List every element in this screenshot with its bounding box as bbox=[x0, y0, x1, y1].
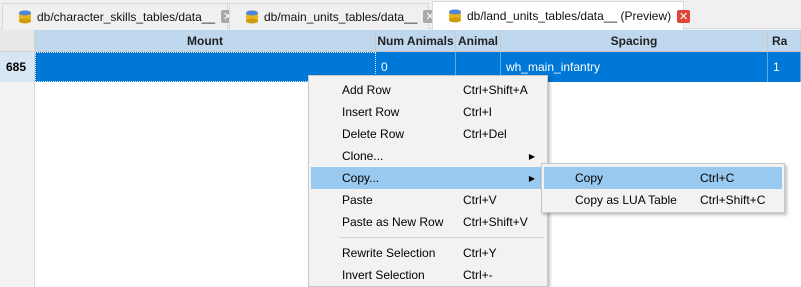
column-header-num-animals[interactable]: Num Animals bbox=[376, 30, 456, 52]
database-icon bbox=[19, 10, 31, 23]
tab-label: db/character_skills_tables/data__ bbox=[37, 9, 216, 24]
menu-item-label: Copy as LUA Table bbox=[575, 193, 677, 207]
menu-item-paste[interactable]: Paste Ctrl+V bbox=[311, 189, 545, 211]
column-header-ra[interactable]: Ra bbox=[768, 30, 801, 52]
menu-item-label: Copy... bbox=[342, 171, 380, 185]
database-icon bbox=[449, 9, 461, 23]
copy-submenu: Copy Ctrl+C Copy as LUA Table Ctrl+Shift… bbox=[541, 163, 785, 213]
tab-label: db/land_units_tables/data__ (Preview) bbox=[467, 9, 672, 23]
column-header-animal[interactable]: Animal bbox=[456, 30, 501, 52]
menu-item-shortcut: Ctrl+V bbox=[463, 193, 497, 207]
menu-item-shortcut: Ctrl+Shift+V bbox=[463, 215, 528, 229]
menu-item-shortcut: Ctrl+I bbox=[463, 105, 493, 119]
menu-item-label: Insert Row bbox=[342, 105, 400, 119]
menu-item-copy[interactable]: Copy... ▶ bbox=[311, 167, 545, 189]
menu-item-shortcut: Ctrl+- bbox=[463, 268, 493, 282]
menu-item-label: Paste as New Row bbox=[342, 215, 444, 229]
menu-item-label: Add Row bbox=[342, 83, 391, 97]
menu-item-invert-selection[interactable]: Invert Selection Ctrl+- bbox=[311, 264, 545, 286]
chevron-right-icon: ▶ bbox=[528, 151, 535, 161]
tab-label: db/main_units_tables/data__ bbox=[264, 9, 418, 24]
tab-land-units-tables[interactable]: db/land_units_tables/data__ (Preview) ✕ bbox=[432, 1, 691, 30]
submenu-item-copy[interactable]: Copy Ctrl+C bbox=[544, 167, 782, 189]
menu-item-label: Paste bbox=[342, 193, 373, 207]
database-icon bbox=[246, 10, 258, 23]
close-icon[interactable]: ✕ bbox=[677, 9, 691, 23]
menu-item-label: Clone... bbox=[342, 149, 384, 163]
context-menu: Add Row Ctrl+Shift+A Insert Row Ctrl+I D… bbox=[308, 75, 548, 287]
menu-item-label: Invert Selection bbox=[342, 268, 425, 282]
menu-item-label: Copy bbox=[575, 171, 604, 185]
menu-separator bbox=[339, 237, 544, 238]
submenu-item-copy-as-lua-table[interactable]: Copy as LUA Table Ctrl+Shift+C bbox=[544, 189, 782, 211]
menu-item-shortcut: Ctrl+Del bbox=[463, 127, 507, 141]
tab-bar: db/character_skills_tables/data__ ✕ db/m… bbox=[0, 0, 801, 30]
menu-item-label: Delete Row bbox=[342, 127, 405, 141]
menu-item-insert-row[interactable]: Insert Row Ctrl+I bbox=[311, 101, 545, 123]
menu-item-shortcut: Ctrl+C bbox=[700, 171, 735, 185]
menu-item-shortcut: Ctrl+Y bbox=[463, 246, 497, 260]
table-corner[interactable] bbox=[0, 30, 35, 52]
cell-ra[interactable]: 1 bbox=[768, 52, 801, 82]
menu-item-paste-as-new-row[interactable]: Paste as New Row Ctrl+Shift+V bbox=[311, 211, 545, 233]
chevron-right-icon: ▶ bbox=[528, 173, 535, 183]
menu-item-clone[interactable]: Clone... ▶ bbox=[311, 145, 545, 167]
menu-item-rewrite-selection[interactable]: Rewrite Selection Ctrl+Y bbox=[311, 242, 545, 264]
menu-item-label: Rewrite Selection bbox=[342, 246, 436, 260]
menu-item-delete-row[interactable]: Delete Row Ctrl+Del bbox=[311, 123, 545, 145]
row-header-gutter bbox=[0, 82, 35, 287]
menu-item-shortcut: Ctrl+Shift+A bbox=[463, 83, 528, 97]
row-header[interactable]: 685 bbox=[0, 52, 35, 82]
column-header-mount[interactable]: Mount bbox=[35, 30, 376, 52]
column-header-spacing[interactable]: Spacing bbox=[501, 30, 768, 52]
tab-main-units-tables[interactable]: db/main_units_tables/data__ ✕ bbox=[229, 3, 437, 29]
tab-character-skills-tables[interactable]: db/character_skills_tables/data__ ✕ bbox=[2, 3, 235, 29]
menu-item-add-row[interactable]: Add Row Ctrl+Shift+A bbox=[311, 79, 545, 101]
menu-item-shortcut: Ctrl+Shift+C bbox=[700, 193, 766, 207]
